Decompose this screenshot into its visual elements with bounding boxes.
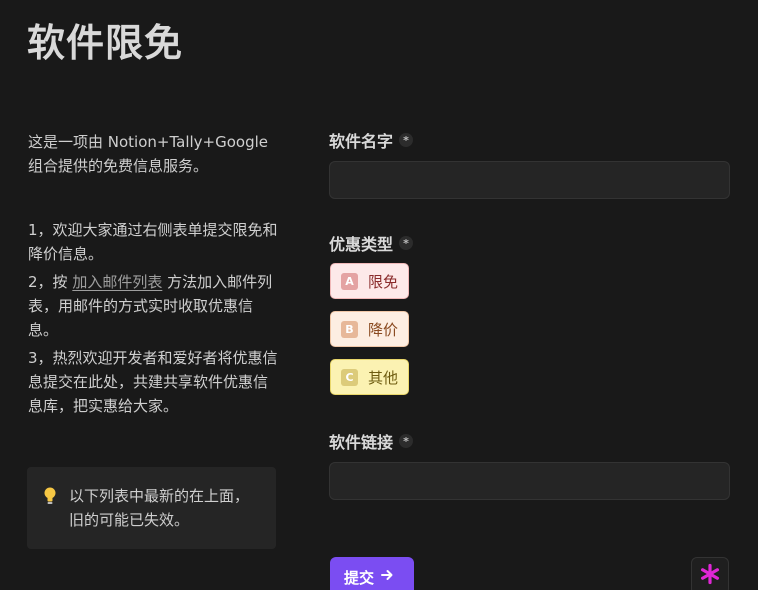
option-price-drop[interactable]: B 降价 xyxy=(330,311,410,347)
description-column: 这是一项由 Notion+Tally+Google 组合提供的免费信息服务。 1… xyxy=(28,130,278,418)
callout-text: 以下列表中最新的在上面，旧的可能已失效。 xyxy=(69,487,250,529)
instruction-2: 2，按 加入邮件列表 方法加入邮件列表，用邮件的方式实时收取优惠信息。 xyxy=(28,270,278,342)
callout-box: 以下列表中最新的在上面，旧的可能已失效。 xyxy=(27,467,276,549)
required-marker: * xyxy=(399,133,414,147)
option-label: 限免 xyxy=(368,272,399,291)
instruction-3: 3，热烈欢迎开发者和爱好者将优惠信息提交在此处，共建共享软件优惠信息库，把实惠给… xyxy=(28,349,278,415)
software-name-label: 软件名字 * xyxy=(329,128,414,152)
arrow-right-icon xyxy=(380,568,394,586)
page-title: 软件限免 xyxy=(27,21,184,65)
instruction-1: 1，欢迎大家通过右侧表单提交限免和降价信息。 xyxy=(28,221,278,263)
software-link-label-text: 软件链接 xyxy=(329,433,394,452)
option-key-b: B xyxy=(341,320,358,338)
software-name-label-text: 软件名字 xyxy=(329,132,394,151)
form-page: 软件限免 这是一项由 Notion+Tally+Google 组合提供的免费信息… xyxy=(0,0,758,590)
instruction-2-prefix: 2，按 xyxy=(28,273,73,291)
mailing-list-link[interactable]: 加入邮件列表 xyxy=(72,273,162,291)
submit-label: 提交 xyxy=(344,568,375,587)
software-link-label: 软件链接 * xyxy=(329,429,414,453)
required-marker: * xyxy=(399,236,414,250)
tally-badge[interactable] xyxy=(691,557,729,590)
option-label: 降价 xyxy=(368,320,399,339)
lightbulb-icon xyxy=(43,484,57,549)
required-marker: * xyxy=(399,434,414,448)
option-key-a: A xyxy=(341,272,358,290)
submit-button[interactable]: 提交 xyxy=(330,557,414,590)
option-other[interactable]: C 其他 xyxy=(330,359,410,395)
intro-text: 这是一项由 Notion+Tally+Google 组合提供的免费信息服务。 xyxy=(28,133,269,175)
software-link-input[interactable] xyxy=(329,462,730,500)
discount-type-label: 优惠类型 * xyxy=(329,231,414,255)
software-name-input[interactable] xyxy=(329,161,730,199)
discount-type-label-text: 优惠类型 xyxy=(329,235,394,254)
option-key-c: C xyxy=(341,368,358,386)
option-label: 其他 xyxy=(368,368,399,387)
option-free[interactable]: A 限免 xyxy=(330,263,410,299)
asterisk-logo-icon xyxy=(699,563,721,589)
